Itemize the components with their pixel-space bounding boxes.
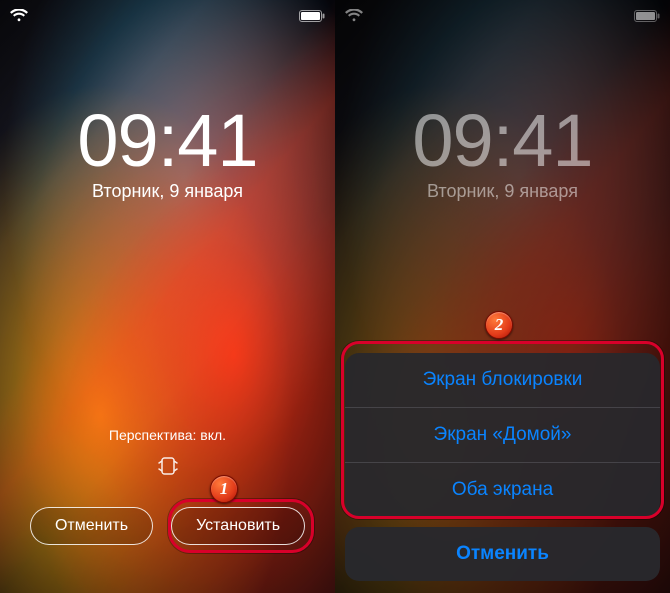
screenshot-right: 09:41 Вторник, 9 января Экран блокировки…: [335, 0, 670, 593]
set-button[interactable]: Установить: [171, 507, 305, 545]
option-both-screens[interactable]: Оба экрана: [345, 463, 660, 517]
perspective-label: Перспектива: вкл.: [0, 427, 335, 443]
perspective-icon[interactable]: [155, 453, 181, 479]
action-sheet: Экран блокировки Экран «Домой» Оба экран…: [345, 353, 660, 581]
status-bar: [0, 6, 335, 26]
button-row: Отменить Установить: [0, 507, 335, 545]
battery-icon: [299, 10, 325, 22]
wifi-icon: [10, 9, 28, 23]
option-lock-screen[interactable]: Экран блокировки: [345, 353, 660, 408]
date-label: Вторник, 9 января: [335, 181, 670, 202]
lockscreen-clock: 09:41 Вторник, 9 января: [0, 98, 335, 202]
action-sheet-options: Экран блокировки Экран «Домой» Оба экран…: [345, 353, 660, 517]
action-sheet-cancel[interactable]: Отменить: [345, 527, 660, 581]
battery-icon: [634, 10, 660, 22]
option-home-screen[interactable]: Экран «Домой»: [345, 408, 660, 463]
date-label: Вторник, 9 января: [0, 181, 335, 202]
time-label: 09:41: [335, 98, 670, 183]
cancel-button[interactable]: Отменить: [30, 507, 153, 545]
wallpaper: [0, 0, 335, 593]
screenshot-left: 09:41 Вторник, 9 января Перспектива: вкл…: [0, 0, 335, 593]
wifi-icon: [345, 9, 363, 23]
status-bar: [335, 6, 670, 26]
time-label: 09:41: [0, 98, 335, 183]
lockscreen-clock: 09:41 Вторник, 9 января: [335, 98, 670, 202]
